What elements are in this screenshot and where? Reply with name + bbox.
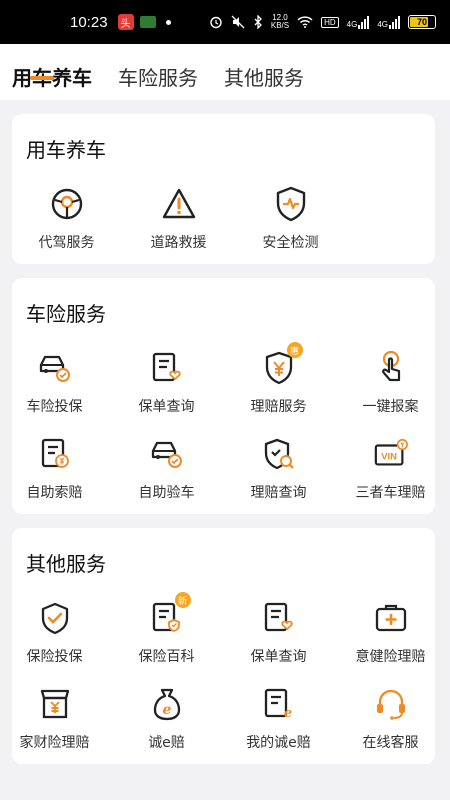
service-road-rescue[interactable]: 道路救援 bbox=[126, 186, 231, 252]
service-label: 保险投保 bbox=[26, 649, 83, 665]
service-label: 理赔查询 bbox=[250, 485, 307, 501]
service-label: 一键报案 bbox=[362, 399, 419, 415]
service-label: 在线客服 bbox=[362, 735, 419, 751]
shield-yen-icon: 惠 bbox=[261, 342, 303, 386]
app-notification-icon-2 bbox=[139, 16, 156, 28]
service-my-cheng-e-pei[interactable]: e 我的诚e赔 bbox=[226, 686, 331, 752]
doc-yen-icon bbox=[37, 436, 73, 472]
service-self-inspection[interactable]: 自助验车 bbox=[114, 436, 219, 502]
svg-text:e: e bbox=[283, 706, 291, 721]
money-bag-e-icon: e bbox=[149, 686, 185, 722]
doc-heart-icon bbox=[261, 600, 297, 636]
service-accident-health-claim[interactable]: 意健险理赔 bbox=[338, 600, 443, 666]
service-online-support[interactable]: 在线客服 bbox=[338, 686, 443, 752]
warning-triangle-icon bbox=[161, 186, 197, 222]
status-time: 10:23 bbox=[70, 13, 108, 31]
service-one-click-report[interactable]: 一键报案 bbox=[338, 350, 443, 416]
app-notification-icon: 头 bbox=[117, 14, 134, 30]
promo-badge: 惠 bbox=[286, 342, 303, 358]
service-label: 意健险理赔 bbox=[355, 649, 426, 665]
service-home-property-claim[interactable]: 家财险理赔 bbox=[2, 686, 107, 752]
service-label: 我的诚e赔 bbox=[246, 735, 311, 751]
shield-search-icon bbox=[261, 436, 297, 472]
service-claims[interactable]: 惠 理赔服务 bbox=[226, 342, 331, 416]
vin-text: VIN bbox=[381, 452, 397, 463]
service-designated-driver[interactable]: 代驾服务 bbox=[14, 186, 119, 252]
signal-1: 4G bbox=[347, 15, 370, 29]
card-car-care: 用车养车 代驾服务 道路救援 安全检测 bbox=[12, 114, 435, 264]
signal-2: 4G bbox=[377, 15, 400, 29]
service-label: 保单查询 bbox=[250, 649, 307, 665]
section-title: 其他服务 bbox=[26, 552, 106, 576]
service-label: 理赔服务 bbox=[250, 399, 307, 415]
shield-pulse-icon bbox=[273, 186, 309, 222]
service-safety-check[interactable]: 安全检测 bbox=[238, 186, 343, 252]
service-self-claim[interactable]: 自助索赔 bbox=[2, 436, 107, 502]
notification-dot-icon bbox=[165, 19, 171, 25]
service-cheng-e-pei[interactable]: e 诚e赔 bbox=[114, 686, 219, 752]
service-third-party-claim[interactable]: VIN 三者车理赔 bbox=[338, 436, 443, 502]
hd-badge: HD bbox=[321, 16, 339, 28]
headset-icon bbox=[373, 686, 409, 722]
section-title: 车险服务 bbox=[26, 302, 106, 326]
service-policy-query-2[interactable]: 保单查询 bbox=[226, 600, 331, 666]
section-title: 用车养车 bbox=[26, 138, 106, 162]
service-claims-query[interactable]: 理赔查询 bbox=[226, 436, 331, 502]
active-tab-indicator bbox=[30, 76, 54, 80]
doc-e-icon: e bbox=[261, 686, 297, 722]
alarm-icon bbox=[209, 15, 223, 29]
battery-icon: 70 bbox=[408, 15, 436, 29]
bluetooth-icon bbox=[253, 15, 263, 29]
service-label: 保险百科 bbox=[138, 649, 195, 665]
service-label: 保单查询 bbox=[138, 399, 195, 415]
service-policy-query[interactable]: 保单查询 bbox=[114, 350, 219, 416]
medkit-icon bbox=[373, 600, 409, 636]
vin-card-icon: VIN bbox=[373, 436, 409, 472]
new-badge: 新 bbox=[174, 592, 191, 608]
car-check-icon bbox=[37, 350, 73, 386]
service-label: 自助验车 bbox=[138, 485, 195, 501]
service-label: 诚e赔 bbox=[148, 735, 185, 751]
car-check-icon bbox=[149, 436, 185, 472]
service-label: 安全检测 bbox=[262, 235, 319, 251]
status-bar: 10:23 头 12.0 KB/S HD 4G 4G 70 bbox=[0, 0, 450, 44]
tab-insurance[interactable]: 车险服务 bbox=[118, 62, 198, 91]
service-label: 车险投保 bbox=[26, 399, 83, 415]
steering-wheel-icon bbox=[49, 186, 85, 222]
card-insurance: 车险服务 车险投保 保单查询 惠 理赔服务 一键报案 自助索赔 自助验车 理赔查… bbox=[12, 278, 435, 514]
svg-text:e: e bbox=[162, 702, 171, 718]
service-label: 家财险理赔 bbox=[19, 735, 90, 751]
tap-hand-icon bbox=[373, 350, 409, 386]
service-label: 代驾服务 bbox=[38, 235, 95, 251]
service-insurance-purchase[interactable]: 保险投保 bbox=[2, 600, 107, 666]
shield-check-icon bbox=[37, 600, 73, 636]
service-label: 三者车理赔 bbox=[355, 485, 426, 501]
doc-shield-icon: 新 bbox=[149, 592, 191, 636]
service-label: 道路救援 bbox=[150, 235, 207, 251]
tab-other-services[interactable]: 其他服务 bbox=[224, 62, 304, 91]
shop-yen-icon bbox=[37, 686, 73, 722]
top-tab-bar: 用车养车 车险服务 其他服务 bbox=[0, 44, 450, 100]
service-car-insurance-purchase[interactable]: 车险投保 bbox=[2, 350, 107, 416]
service-label: 自助索赔 bbox=[26, 485, 83, 501]
doc-heart-icon bbox=[149, 350, 185, 386]
wifi-icon bbox=[297, 16, 313, 28]
mute-icon bbox=[231, 15, 245, 29]
network-speed: 12.0 KB/S bbox=[270, 13, 290, 30]
service-insurance-encyclopedia[interactable]: 新 保险百科 bbox=[114, 592, 219, 666]
card-other-services: 其他服务 保险投保 新 保险百科 保单查询 意健险理赔 家财险理赔 e 诚e赔 … bbox=[12, 528, 435, 764]
